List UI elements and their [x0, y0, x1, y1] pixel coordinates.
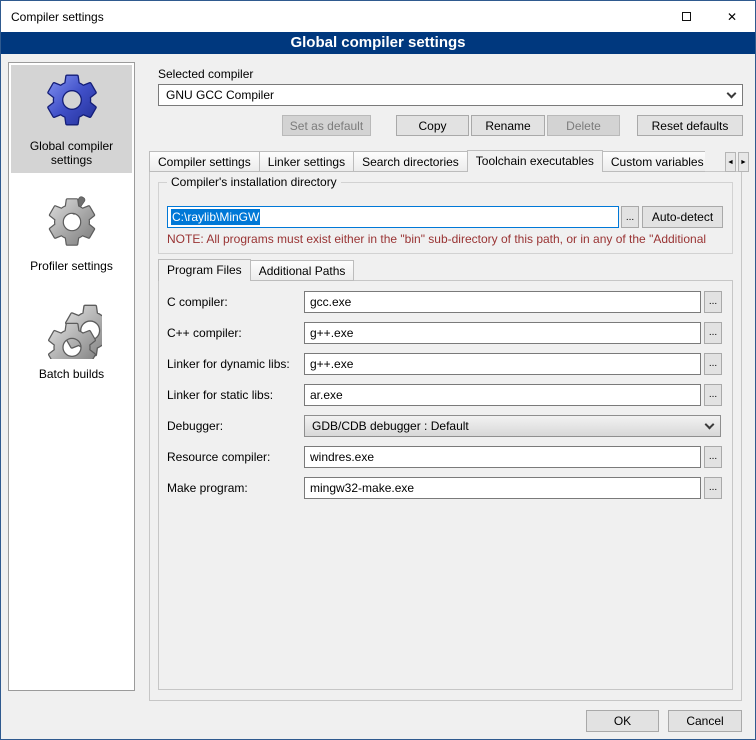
selected-compiler-label: Selected compiler — [158, 67, 253, 81]
chevron-down-icon — [727, 88, 737, 98]
sidebar-item-batch-builds[interactable]: Batch builds — [11, 295, 132, 387]
sidebar-item-global-compiler-settings[interactable]: Global compiler settings — [11, 65, 132, 173]
tab-toolchain-executables[interactable]: Toolchain executables — [467, 150, 603, 172]
tab-compiler-settings[interactable]: Compiler settings — [149, 151, 260, 172]
c-compiler-row: C compiler: ... — [167, 291, 723, 313]
c-compiler-label: C compiler: — [167, 291, 228, 313]
debugger-row: Debugger: GDB/CDB debugger : Default — [167, 415, 723, 437]
installation-directory-group-title: Compiler's installation directory — [167, 175, 341, 189]
sidebar-item-label: Profiler settings — [30, 259, 113, 273]
tab-scroll-left-button[interactable]: ◄ — [725, 152, 736, 172]
chevron-down-icon — [705, 419, 715, 429]
sidebar-item-label: Batch builds — [39, 367, 104, 381]
resource-compiler-input[interactable] — [304, 446, 701, 468]
static-linker-label: Linker for static libs: — [167, 384, 273, 406]
cpp-compiler-label: C++ compiler: — [167, 322, 242, 344]
dynamic-linker-row: Linker for dynamic libs: ... — [167, 353, 723, 375]
maximize-button[interactable] — [663, 1, 709, 32]
tab-scroll-arrows: ◄ ► — [725, 152, 749, 172]
static-linker-browse-button[interactable]: ... — [704, 384, 722, 406]
compiler-tabs: Compiler settings Linker settings Search… — [149, 150, 749, 172]
selected-compiler-combobox[interactable]: GNU GCC Compiler — [158, 84, 743, 106]
maximize-icon — [682, 12, 691, 21]
tab-search-directories[interactable]: Search directories — [353, 151, 468, 172]
debugger-value: GDB/CDB debugger : Default — [312, 419, 469, 433]
rename-button[interactable]: Rename — [471, 115, 545, 136]
copy-button[interactable]: Copy — [396, 115, 469, 136]
auto-detect-button[interactable]: Auto-detect — [642, 206, 723, 228]
set-as-default-button: Set as default — [282, 115, 371, 136]
profiler-gear-icon — [43, 193, 101, 254]
install-dir-input[interactable]: C:\raylib\MinGW — [167, 206, 619, 228]
dialog-header: Global compiler settings — [1, 32, 755, 54]
install-dir-selected-text: C:\raylib\MinGW — [171, 209, 260, 225]
inner-tab-scroller: Program Files Additional Paths — [158, 258, 733, 281]
cpp-compiler-browse-button[interactable]: ... — [704, 322, 722, 344]
dynamic-linker-browse-button[interactable]: ... — [704, 353, 722, 375]
c-compiler-browse-button[interactable]: ... — [704, 291, 722, 313]
make-program-input[interactable] — [304, 477, 701, 499]
ok-button[interactable]: OK — [586, 710, 659, 732]
make-program-label: Make program: — [167, 477, 248, 499]
install-dir-browse-button[interactable]: ... — [621, 206, 639, 228]
batch-gears-icon — [42, 299, 102, 362]
tab-scroller: Compiler settings Linker settings Search… — [149, 149, 705, 172]
resource-compiler-label: Resource compiler: — [167, 446, 270, 468]
resource-compiler-row: Resource compiler: ... — [167, 446, 723, 468]
close-icon: ✕ — [727, 10, 737, 24]
static-linker-row: Linker for static libs: ... — [167, 384, 723, 406]
static-linker-input[interactable] — [304, 384, 701, 406]
dynamic-linker-label: Linker for dynamic libs: — [167, 353, 290, 375]
cpp-compiler-input[interactable] — [304, 322, 701, 344]
blue-gear-icon — [41, 69, 103, 134]
close-button[interactable]: ✕ — [709, 1, 755, 32]
dialog-body: Global compiler settings Profiler settin… — [1, 54, 755, 739]
make-program-browse-button[interactable]: ... — [704, 477, 722, 499]
tab-program-files[interactable]: Program Files — [158, 259, 251, 281]
make-program-row: Make program: ... — [167, 477, 723, 499]
delete-button: Delete — [547, 115, 620, 136]
debugger-label: Debugger: — [167, 415, 223, 437]
sidebar-item-profiler-settings[interactable]: Profiler settings — [11, 189, 132, 279]
tab-additional-paths[interactable]: Additional Paths — [250, 260, 355, 281]
program-files-tabs: Program Files Additional Paths — [158, 259, 733, 281]
sidebar-item-label: Global compiler settings — [17, 139, 127, 167]
tab-custom-variables[interactable]: Custom variables — [602, 151, 705, 172]
title-bar: Compiler settings ✕ — [1, 1, 755, 32]
debugger-combobox[interactable]: GDB/CDB debugger : Default — [304, 415, 721, 437]
dynamic-linker-input[interactable] — [304, 353, 701, 375]
cpp-compiler-row: C++ compiler: ... — [167, 322, 723, 344]
compiler-settings-dialog: Compiler settings ✕ Global compiler sett… — [0, 0, 756, 740]
settings-sidebar: Global compiler settings Profiler settin… — [8, 62, 135, 691]
reset-defaults-button[interactable]: Reset defaults — [637, 115, 743, 136]
tab-linker-settings[interactable]: Linker settings — [259, 151, 354, 172]
window-title: Compiler settings — [1, 10, 663, 24]
resource-compiler-browse-button[interactable]: ... — [704, 446, 722, 468]
selected-compiler-value: GNU GCC Compiler — [166, 88, 274, 102]
tab-scroll-right-button[interactable]: ► — [738, 152, 749, 172]
cancel-button[interactable]: Cancel — [668, 710, 742, 732]
install-note: NOTE: All programs must exist either in … — [167, 232, 733, 246]
c-compiler-input[interactable] — [304, 291, 701, 313]
